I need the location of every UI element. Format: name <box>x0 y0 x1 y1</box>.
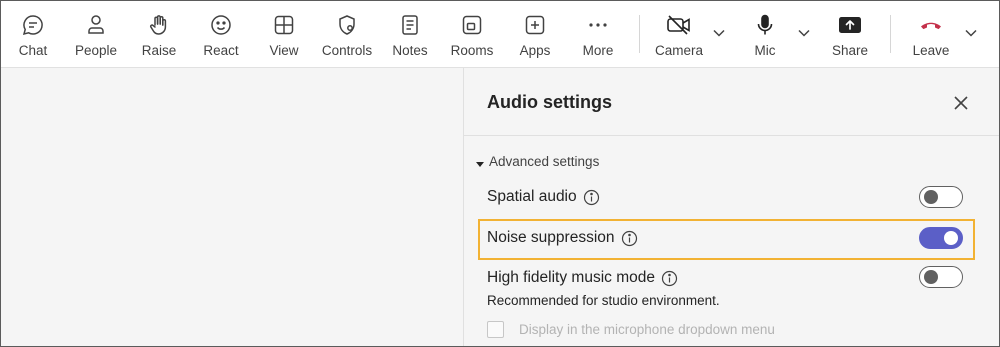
people-label: People <box>74 43 118 58</box>
share-screen-icon <box>836 11 864 39</box>
notes-icon <box>396 11 424 39</box>
advanced-settings-toggle[interactable]: Advanced settings <box>475 152 599 170</box>
noise-suppression-label: Noise suppression <box>487 229 615 246</box>
react-smiley-icon <box>207 11 235 39</box>
advanced-settings-label: Advanced settings <box>489 153 600 169</box>
leave-label: Leave <box>912 43 950 58</box>
audio-settings-panel: Audio settings Advanced settings Spatial… <box>463 68 999 346</box>
more-ellipsis-icon <box>584 11 612 39</box>
meeting-window: Chat People Raise React View Controls No… <box>0 0 1000 347</box>
high-fidelity-toggle[interactable] <box>919 266 963 288</box>
high-fidelity-helper-text: Recommended for studio environment. <box>487 293 720 308</box>
toolbar-divider <box>890 15 891 53</box>
people-button[interactable]: People <box>73 1 119 67</box>
toggle-knob <box>924 190 938 204</box>
notes-label: Notes <box>392 43 428 58</box>
mic-dropdown-checkbox[interactable] <box>487 320 504 338</box>
noise-suppression-row: Noise suppression <box>487 229 638 247</box>
chat-button[interactable]: Chat <box>13 1 53 67</box>
controls-button[interactable]: Controls <box>321 1 373 67</box>
caret-down-icon <box>475 156 485 167</box>
mic-options-chevron[interactable] <box>796 25 812 41</box>
view-button[interactable]: View <box>265 1 303 67</box>
controls-label: Controls <box>321 43 373 58</box>
rooms-button[interactable]: Rooms <box>449 1 495 67</box>
microphone-icon <box>751 11 779 39</box>
noise-suppression-toggle[interactable] <box>919 227 963 249</box>
toolbar-divider <box>639 15 640 53</box>
apps-button[interactable]: Apps <box>515 1 555 67</box>
raise-hand-icon <box>145 11 173 39</box>
mic-dropdown-checkbox-row: Display in the microphone dropdown menu <box>487 319 775 339</box>
rooms-label: Rooms <box>450 43 494 58</box>
high-fidelity-row: High fidelity music mode <box>487 269 678 287</box>
meeting-stage <box>1 68 463 346</box>
leave-button[interactable]: Leave <box>909 1 953 67</box>
view-label: View <box>269 43 299 58</box>
more-label: More <box>582 43 614 58</box>
camera-options-chevron[interactable] <box>711 25 727 41</box>
notes-button[interactable]: Notes <box>389 1 431 67</box>
high-fidelity-label: High fidelity music mode <box>487 269 655 286</box>
share-label: Share <box>831 43 869 58</box>
more-button[interactable]: More <box>579 1 617 67</box>
camera-off-icon <box>665 11 693 39</box>
toggle-knob <box>924 270 938 284</box>
info-icon[interactable] <box>621 230 638 247</box>
people-icon <box>82 11 110 39</box>
mic-button[interactable]: Mic <box>747 1 783 67</box>
chat-label: Chat <box>18 43 48 58</box>
hang-up-phone-icon <box>917 11 945 39</box>
panel-header: Audio settings <box>464 68 999 136</box>
camera-label: Camera <box>655 43 704 58</box>
chat-icon <box>19 11 47 39</box>
info-icon[interactable] <box>661 270 678 287</box>
spatial-audio-row: Spatial audio <box>487 188 600 206</box>
leave-options-chevron[interactable] <box>963 25 979 41</box>
toggle-knob <box>944 231 958 245</box>
close-icon[interactable] <box>952 94 970 112</box>
rooms-icon <box>458 11 486 39</box>
apps-plus-icon <box>521 11 549 39</box>
spatial-audio-label: Spatial audio <box>487 188 577 205</box>
react-button[interactable]: React <box>201 1 241 67</box>
react-label: React <box>203 43 239 58</box>
raise-label: Raise <box>141 43 177 58</box>
mic-label: Mic <box>754 43 776 58</box>
share-button[interactable]: Share <box>829 1 871 67</box>
apps-label: Apps <box>519 43 551 58</box>
mic-dropdown-checkbox-label: Display in the microphone dropdown menu <box>519 321 775 337</box>
view-grid-icon <box>270 11 298 39</box>
spatial-audio-toggle[interactable] <box>919 186 963 208</box>
camera-button[interactable]: Camera <box>655 1 703 67</box>
raise-hand-button[interactable]: Raise <box>139 1 179 67</box>
info-icon[interactable] <box>583 189 600 206</box>
controls-shield-icon <box>333 11 361 39</box>
panel-title: Audio settings <box>487 92 612 112</box>
meeting-toolbar: Chat People Raise React View Controls No… <box>1 1 999 68</box>
